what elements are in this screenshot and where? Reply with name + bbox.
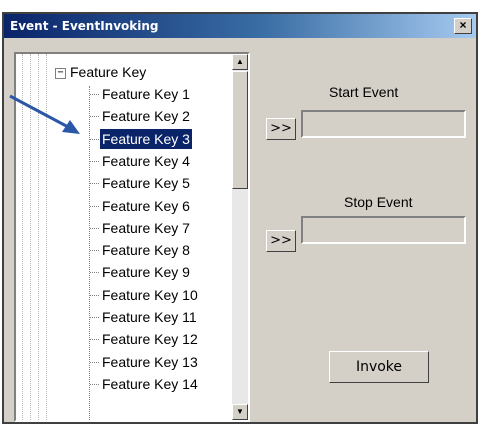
invoke-button[interactable]: Invoke (329, 351, 429, 383)
tree-connector (90, 294, 99, 296)
start-event-label: Start Event (329, 84, 399, 100)
tree-item-label: Feature Key 10 (102, 286, 198, 303)
scroll-up-icon[interactable]: ▲ (232, 54, 248, 70)
tree-connector (90, 339, 99, 341)
close-button[interactable]: × (454, 18, 472, 34)
tree-node-label: Feature Key (70, 64, 147, 80)
tree-item-label: Feature Key 8 (102, 242, 190, 259)
collapse-icon[interactable]: − (55, 68, 66, 79)
tree-item-label: Feature Key 4 (102, 152, 190, 169)
tree-connector (90, 272, 99, 274)
tree-item-label: Feature Key 9 (102, 264, 190, 281)
stop-event-label: Stop Event (344, 194, 413, 210)
start-event-field[interactable] (301, 110, 466, 138)
tree-connector (90, 250, 99, 252)
tree-connector (90, 227, 99, 229)
start-event-add-button[interactable]: >> (266, 118, 296, 140)
tree-item-label: Feature Key 5 (102, 175, 190, 192)
window-title: Event - EventInvoking (10, 19, 159, 33)
tree-item-label: Feature Key 6 (102, 197, 190, 214)
tree-connector (90, 116, 99, 118)
scroll-down-icon[interactable]: ▼ (232, 404, 248, 420)
title-bar[interactable]: Event - EventInvoking × (4, 14, 476, 38)
feature-key-tree[interactable]: − Feature Key Feature Key 1 Feature Key 2… (14, 52, 250, 422)
tree-item-label: Feature Key 11 (102, 309, 197, 325)
tree-item-label: Feature Key 1 (102, 86, 190, 102)
tree-item-label: Feature Key 12 (102, 331, 198, 348)
tree-connector (90, 183, 99, 185)
event-invoking-window: Event - EventInvoking × − Feature Key Fe… (2, 12, 478, 424)
tree-item-label: Feature Key 2 (102, 108, 190, 125)
tree-item-label: Feature Key 7 (102, 219, 190, 236)
tree-item-label: Feature Key 3 (100, 128, 192, 149)
stop-event-add-button[interactable]: >> (266, 230, 296, 252)
tree-connector (90, 317, 99, 318)
tree-connector (90, 205, 99, 207)
tree-item-label: Feature Key 14 (102, 375, 198, 392)
tree-connector (90, 383, 99, 385)
tree-connector (90, 160, 99, 162)
tree-item-label: Feature Key 13 (102, 353, 198, 370)
tree-connector (90, 361, 99, 363)
tree-connector (90, 94, 99, 95)
stop-event-field[interactable] (301, 216, 466, 244)
tree-scrollbar[interactable]: ▲ ▼ (232, 54, 248, 420)
tree-connector (90, 138, 99, 140)
scroll-thumb[interactable] (232, 71, 248, 189)
